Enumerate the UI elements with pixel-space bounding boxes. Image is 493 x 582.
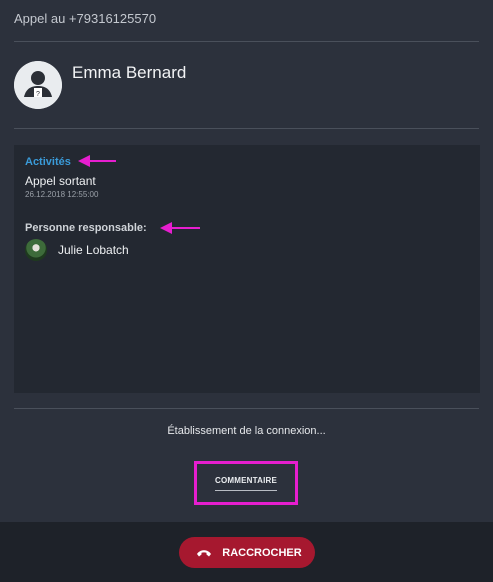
call-date: 26.12.2018 12:55:00 [25,190,99,199]
responsible-heading: Personne responsable: [25,222,147,234]
contact-name[interactable]: Emma Bernard [72,63,186,83]
responsible-name[interactable]: Julie Lobatch [58,243,129,257]
annotation-arrow-icon [78,155,116,167]
contact-avatar: ? [14,61,62,109]
hangup-label: RACCROCHER [222,546,302,559]
phone-hangup-icon [197,549,212,556]
call-footer: RACCROCHER [0,522,493,582]
contact-divider [14,128,479,129]
header-divider [14,41,479,42]
connection-status: Établissement de la connexion... [167,425,326,437]
comment-button[interactable]: COMMENTAIRE [197,464,295,502]
call-type: Appel sortant [25,174,96,188]
comment-button-label: COMMENTAIRE [214,476,278,491]
call-header-title: Appel au +79316125570 [14,11,157,26]
responsible-avatar [25,239,47,261]
svg-text:?: ? [36,91,40,98]
panel-divider [14,408,479,409]
activities-heading[interactable]: Activités [25,156,71,168]
hangup-button[interactable]: RACCROCHER [179,537,315,568]
comment-highlight-frame: COMMENTAIRE [194,461,298,505]
activity-panel: Activités Appel sortant 26.12.2018 12:55… [14,145,480,393]
person-placeholder-icon: ? [14,61,62,109]
annotation-arrow-icon [160,222,200,234]
